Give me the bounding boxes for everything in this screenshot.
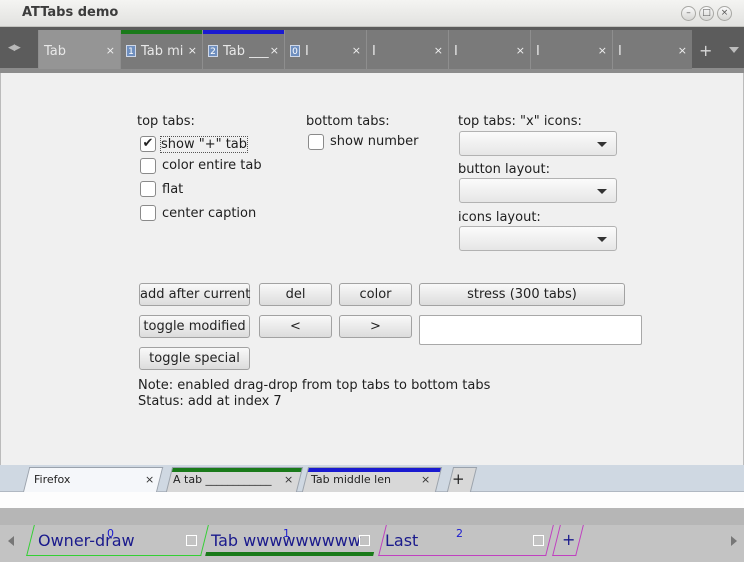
- show-plus-tab-label[interactable]: show "+" tab: [159, 136, 249, 153]
- scroll-left-icon[interactable]: [8, 536, 14, 546]
- tab-color-bar: [203, 30, 284, 34]
- chevron-down-icon: [597, 142, 607, 147]
- owner-tab-caption: Last: [385, 531, 419, 550]
- tab-list-dropdown-icon[interactable]: [729, 47, 739, 53]
- add-tab-plus-icon[interactable]: +: [562, 530, 575, 549]
- text-input[interactable]: [419, 315, 642, 345]
- stress-button[interactable]: stress (300 tabs): [419, 283, 625, 306]
- color-button[interactable]: color: [339, 283, 412, 306]
- owner-draw-spacer: [0, 508, 744, 525]
- center-caption-checkbox[interactable]: [140, 205, 156, 221]
- tab-close-icon[interactable]: ×: [434, 44, 443, 57]
- prev-button[interactable]: <: [259, 315, 332, 338]
- top-tab-caption: I: [536, 44, 540, 59]
- top-tab-caption: I: [372, 44, 376, 59]
- scroll-right-icon[interactable]: [731, 536, 737, 546]
- tab-close-icon[interactable]: ×: [106, 44, 115, 57]
- chevron-down-icon: [597, 189, 607, 194]
- icons-layout-combo[interactable]: [459, 226, 617, 251]
- tab-number-badge: 0: [290, 45, 300, 57]
- bottom-tab-caption: Firefox: [34, 473, 71, 486]
- top-tab-caption: I: [454, 44, 458, 59]
- tab-close-icon[interactable]: ×: [270, 44, 279, 57]
- icons-layout-label: icons layout:: [458, 210, 541, 225]
- x-icons-combo[interactable]: [459, 131, 617, 156]
- owner-tab-close-icon[interactable]: [359, 535, 370, 546]
- top-tab-caption: Tab ___: [223, 44, 269, 59]
- tab-number-badge: 1: [126, 45, 136, 57]
- color-entire-tab-label[interactable]: color entire tab: [162, 158, 262, 173]
- top-tab-5[interactable]: I ×: [448, 30, 530, 69]
- owner-tab-close-icon[interactable]: [533, 535, 544, 546]
- bottom-tab-strip: Firefox × A tab ____________ × Tab middl…: [0, 465, 744, 493]
- color-entire-tab-checkbox[interactable]: [140, 158, 156, 174]
- tab-close-icon[interactable]: ×: [598, 44, 607, 57]
- top-tab-7[interactable]: I ×: [612, 30, 692, 69]
- status-text: Status: add at index 7: [138, 394, 282, 409]
- button-layout-label: button layout:: [458, 162, 550, 177]
- top-tab-1[interactable]: 1 Tab mi ×: [120, 30, 202, 69]
- flat-checkbox[interactable]: [140, 181, 156, 197]
- close-icon[interactable]: ×: [717, 6, 732, 21]
- bottom-tab-caption: Tab middle len: [311, 473, 391, 486]
- owner-tab-number: 0: [107, 527, 114, 540]
- window-title: ATTabs demo: [22, 5, 119, 20]
- top-tab-caption: Tab: [44, 44, 67, 59]
- tab-close-icon[interactable]: ×: [678, 44, 687, 57]
- show-plus-tab-checkbox[interactable]: ✔: [140, 136, 156, 152]
- top-tab-0[interactable]: Tab ×: [38, 30, 120, 69]
- top-tabs-heading: top tabs:: [137, 114, 195, 129]
- maximize-icon[interactable]: □: [699, 6, 714, 21]
- flat-label[interactable]: flat: [162, 182, 183, 197]
- add-after-current-button[interactable]: add after current: [139, 283, 250, 306]
- chevron-down-icon: [597, 237, 607, 242]
- next-button[interactable]: >: [339, 315, 412, 338]
- note-text: Note: enabled drag-drop from top tabs to…: [138, 378, 491, 393]
- toggle-special-button[interactable]: toggle special: [139, 347, 250, 370]
- tab-number-badge: 2: [208, 45, 218, 57]
- top-tab-4[interactable]: I ×: [366, 30, 448, 69]
- tab-close-icon[interactable]: ×: [284, 473, 293, 486]
- top-tab-caption: I: [305, 44, 309, 59]
- x-icons-label: top tabs: "x" icons:: [458, 114, 582, 129]
- options-panel: top tabs: ✔ show "+" tab color entire ta…: [0, 73, 744, 465]
- bottom-tab-caption: A tab ____________: [173, 473, 272, 486]
- tab-close-icon[interactable]: ×: [145, 473, 154, 486]
- owner-tab-number: 1: [283, 527, 290, 540]
- center-caption-label[interactable]: center caption: [162, 206, 256, 221]
- tab-close-icon[interactable]: ×: [421, 473, 430, 486]
- add-tab-plus-icon[interactable]: +: [452, 470, 465, 488]
- show-number-checkbox[interactable]: [308, 134, 324, 150]
- tab-close-icon[interactable]: ×: [352, 44, 361, 57]
- top-tab-6[interactable]: I ×: [530, 30, 612, 69]
- title-bar: ATTabs demo – □ ×: [0, 0, 744, 27]
- scroll-arrows-icon[interactable]: ◀▶: [8, 43, 21, 53]
- owner-tab-close-icon[interactable]: [186, 535, 197, 546]
- top-tab-caption: Tab mi: [141, 44, 184, 59]
- button-layout-combo[interactable]: [459, 178, 617, 203]
- owner-tab-caption: Owner-draw: [38, 531, 135, 550]
- show-number-label[interactable]: show number: [330, 134, 418, 149]
- toggle-modified-button[interactable]: toggle modified: [139, 315, 250, 338]
- top-tab-strip: ◀▶ Tab × 1 Tab mi × 2 Tab ___ × 0I × I × I…: [0, 27, 744, 73]
- tab-close-icon[interactable]: ×: [516, 44, 525, 57]
- minimize-icon[interactable]: –: [681, 6, 696, 21]
- top-tab-3[interactable]: 0I ×: [284, 30, 366, 69]
- add-tab-plus-icon[interactable]: +: [699, 41, 712, 60]
- bottom-tabs-heading: bottom tabs:: [306, 114, 390, 129]
- tab-color-bar: [121, 30, 202, 34]
- tab-close-icon[interactable]: ×: [188, 44, 197, 57]
- del-button[interactable]: del: [259, 283, 332, 306]
- top-tab-2[interactable]: 2 Tab ___ ×: [202, 30, 284, 69]
- owner-tab-number: 2: [456, 527, 463, 540]
- bottom-tab-content: [0, 492, 744, 508]
- top-tab-caption: I: [618, 44, 622, 59]
